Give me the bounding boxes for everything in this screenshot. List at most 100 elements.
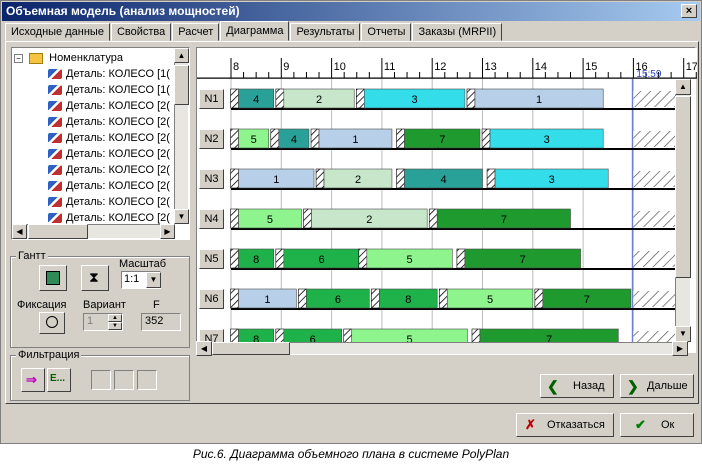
resource-label[interactable]: N1 [199,89,224,109]
future-hatch [633,291,677,307]
setup-hatch [275,88,285,109]
task-bar-label: 4 [440,174,446,186]
task-bar-label: 6 [335,294,341,306]
cancel-x-icon: ✗ [525,417,536,432]
gantt-hscroll-thumb[interactable] [212,342,290,355]
ok-button[interactable]: ✔ Ок [620,413,694,437]
ok-label: Ок [661,419,675,431]
task-bar-label: 1 [536,94,542,106]
ruler-tick-label: 8 [233,61,239,73]
fix-button[interactable] [39,312,65,334]
tab-4[interactable]: Результаты [290,23,361,41]
tree-item-label: Деталь: КОЛЕСО [2( [66,212,170,224]
window-title: Объемная модель (анализ мощностей) [6,4,240,18]
ruler-tick-label: 11 [384,61,395,73]
scroll-right-icon[interactable]: ▶ [160,224,175,239]
filter-edit-button[interactable]: E... [47,368,71,392]
ruler-tick-label: 13 [485,61,497,73]
setup-hatch [230,168,239,189]
tab-6[interactable]: Заказы (MRPII) [412,23,503,41]
task-bar-label: 4 [253,94,259,106]
tree-item[interactable]: Деталь: КОЛЕСО [2( [48,178,170,194]
hscroll-thumb[interactable] [28,224,88,239]
gantt-scroll-down-icon[interactable]: ▼ [675,326,691,342]
scroll-up-icon[interactable]: ▲ [174,48,189,63]
stepper-down-icon[interactable]: ▼ [108,322,122,330]
cancel-button[interactable]: ✗ Отказаться [516,413,614,437]
nomenclature-tree[interactable]: − Номенклатура Деталь: КОЛЕСО [1(Деталь:… [11,47,190,240]
scroll-left-icon[interactable]: ◀ [12,224,27,239]
task-bar-label: 2 [316,94,322,106]
tree-item[interactable]: Деталь: КОЛЕСО [2( [48,162,170,178]
resource-label[interactable]: N2 [199,129,224,149]
task-bar-label: 1 [264,294,270,306]
ruler-tick-label: 17 [686,61,697,73]
fix-label: Фиксация [17,299,67,311]
scroll-thumb[interactable] [174,65,189,105]
gantt-hscroll[interactable]: ◀ ▶ [196,341,688,356]
variant-value: 1 [87,315,94,327]
setup-hatch [230,288,239,309]
stepper-up-icon[interactable]: ▲ [108,314,122,322]
setup-hatch [230,208,239,229]
gantt-chart[interactable]: 891011121314151617181915:59 423154173124… [196,47,698,353]
tree-item[interactable]: Деталь: КОЛЕСО [1( [48,82,170,98]
chevron-left-icon: ❮ [547,378,559,394]
close-button[interactable]: × [681,4,697,18]
variant-stepper[interactable]: 1 ▲ ▼ [83,313,123,331]
resource-label[interactable]: N6 [199,289,224,309]
back-button[interactable]: ❮ Назад [540,374,614,398]
part-icon [48,117,62,128]
chevron-down-icon[interactable]: ▼ [146,272,161,288]
tab-3[interactable]: Диаграмма [220,21,290,41]
tree-item[interactable]: Деталь: КОЛЕСО [2( [48,98,170,114]
f-field[interactable]: 352 [141,313,181,331]
tree-item[interactable]: Деталь: КОЛЕСО [2( [48,146,170,162]
variant-label: Вариант [83,299,126,311]
title-bar: Объемная модель (анализ мощностей) × [2,2,700,21]
tab-2[interactable]: Расчет [172,23,220,41]
filter-slot-3[interactable] [137,370,157,390]
gantt-vscroll-thumb[interactable] [675,96,691,278]
tree-vscroll[interactable]: ▲ ▼ [174,48,189,224]
filter-slot-2[interactable] [114,370,134,390]
tree-item[interactable]: Деталь: КОЛЕСО [2( [48,130,170,146]
tab-5[interactable]: Отчеты [361,23,412,41]
scroll-down-icon[interactable]: ▼ [174,209,189,224]
tree-item[interactable]: Деталь: КОЛЕСО [1( [48,66,170,82]
tree-item[interactable]: Деталь: КОЛЕСО [2( [48,114,170,130]
tab-1[interactable]: Свойства [110,23,172,41]
tab-0[interactable]: Исходные данные [5,23,110,41]
scale-value: 1:1 [124,273,140,285]
back-label: Назад [573,380,605,392]
figure-caption: Рис.6. Диаграмма объемного плана в систе… [192,447,510,461]
filter-apply-button[interactable]: ⇒ [21,368,45,392]
gantt-vscroll[interactable]: ▲ ▼ [675,79,691,343]
tree-item-label: Деталь: КОЛЕСО [2( [66,148,170,160]
resource-label[interactable]: N4 [199,209,224,229]
task-bar-label: 8 [253,254,259,266]
gantt-view-button[interactable] [39,265,67,291]
ruler-svg: 891011121314151617181915:59 [197,58,698,80]
next-button[interactable]: ❯ Дальше [620,374,694,398]
tree-root[interactable]: − Номенклатура [14,50,123,66]
future-hatch [633,91,677,107]
cancel-label: Отказаться [547,419,605,431]
gantt-scroll-right-icon[interactable]: ▶ [672,341,688,356]
tab-bar: Исходные данные Свойства Расчет Диаграмма Ре… [5,21,503,41]
gantt-scroll-up-icon[interactable]: ▲ [675,79,691,95]
task-bar-label: 3 [544,134,550,146]
filter-group: Фильтрация ⇒ E... [10,349,190,401]
resource-label[interactable]: N3 [199,169,224,189]
filter-slot-1[interactable] [91,370,111,390]
ruler-tick-label: 15 [585,61,597,73]
hourglass-button[interactable]: ⧗ [81,265,109,291]
tree-item[interactable]: Деталь: КОЛЕСО [2( [48,194,170,210]
tree-hscroll[interactable]: ◀ ▶ [12,224,175,239]
task-bar-label: 7 [520,254,526,266]
collapse-icon[interactable]: − [14,53,23,63]
scale-select[interactable]: 1:1 ▼ [121,271,161,289]
gantt-scroll-left-icon[interactable]: ◀ [196,341,212,356]
part-icon [48,101,62,112]
resource-label[interactable]: N5 [199,249,224,269]
